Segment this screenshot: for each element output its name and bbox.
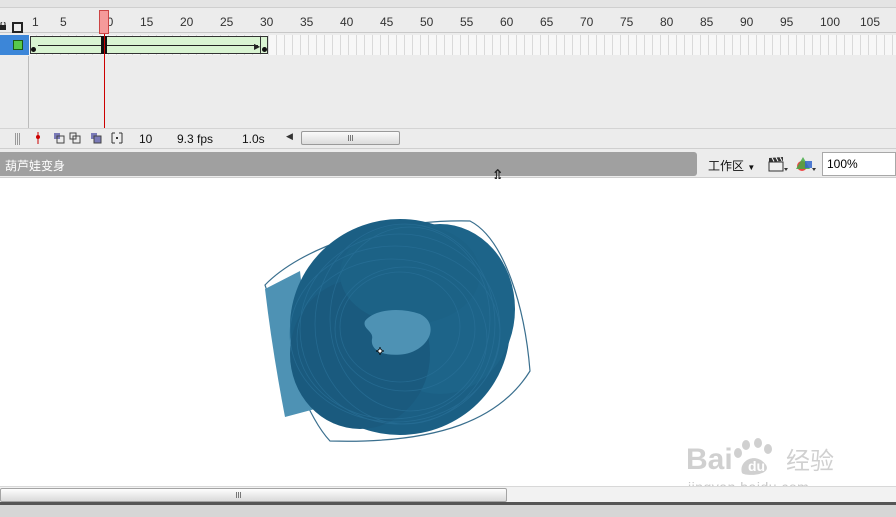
end-keyframe[interactable] bbox=[262, 47, 267, 52]
panel-bottom-border bbox=[0, 502, 896, 517]
svg-text:经验: 经验 bbox=[786, 447, 834, 475]
ruler-number: 35 bbox=[300, 15, 314, 29]
workspace-label: 工作区 bbox=[708, 159, 745, 173]
ruler-number: 15 bbox=[140, 15, 154, 29]
ruler-number: 80 bbox=[660, 15, 674, 29]
end-frame-marker bbox=[260, 36, 261, 54]
shape-overlap-c bbox=[340, 224, 480, 324]
ruler-number: 65 bbox=[540, 15, 554, 29]
timeline-top-border bbox=[0, 0, 896, 8]
layer-list-empty-area[interactable] bbox=[0, 56, 29, 128]
outline-toggle-icon[interactable] bbox=[12, 22, 23, 33]
scroll-left-arrow-icon[interactable]: ◀ bbox=[286, 131, 293, 142]
ruler-number: 70 bbox=[580, 15, 594, 29]
scene-breadcrumb-bar: 葫芦娃变身 bbox=[0, 152, 697, 176]
onion-skin-outlines-icon[interactable] bbox=[69, 132, 81, 144]
modify-onion-markers-icon[interactable] bbox=[111, 132, 123, 144]
stage-scroll-thumb[interactable] bbox=[0, 488, 507, 502]
ruler-number: 50 bbox=[420, 15, 434, 29]
frame-ruler[interactable]: 1 5 10 15 20 25 30 35 40 45 50 55 60 65 … bbox=[0, 9, 896, 33]
timeline-scroll-thumb[interactable] bbox=[301, 131, 400, 145]
panel-grip[interactable] bbox=[15, 133, 20, 145]
edit-multiple-frames-icon[interactable] bbox=[90, 132, 102, 144]
zoom-input[interactable] bbox=[822, 152, 896, 176]
playhead[interactable] bbox=[99, 10, 109, 34]
ruler-number: 1 bbox=[32, 15, 39, 29]
stage-horizontal-scrollbar[interactable] bbox=[0, 486, 896, 502]
stage-canvas[interactable]: Bai du 经验 jingyan.baidu.com bbox=[0, 179, 896, 495]
ruler-number: 100 bbox=[820, 15, 841, 29]
playhead-line bbox=[104, 34, 105, 128]
tween-arrow bbox=[38, 45, 258, 46]
ruler-number: 90 bbox=[740, 15, 754, 29]
ruler-number: 60 bbox=[500, 15, 514, 29]
edit-symbols-icon[interactable] bbox=[795, 155, 817, 173]
edit-scene-icon[interactable] bbox=[767, 155, 789, 173]
layer-selected-indicator[interactable] bbox=[0, 35, 29, 55]
elapsed-time-readout: 1.0s bbox=[242, 132, 265, 146]
ruler-number: 25 bbox=[220, 15, 234, 29]
ruler-number: 95 bbox=[780, 15, 794, 29]
dropdown-arrow-icon: ▼ bbox=[747, 163, 756, 172]
start-keyframe[interactable] bbox=[31, 47, 36, 52]
ruler-number: 85 bbox=[700, 15, 714, 29]
scroll-grip bbox=[236, 492, 242, 498]
edit-bar: 葫芦娃变身 ⇕ 工作区 ▼ bbox=[0, 148, 896, 185]
center-frame-icon[interactable] bbox=[32, 132, 44, 144]
ruler-number: 105 bbox=[860, 15, 881, 29]
ruler-number: 5 bbox=[60, 15, 67, 29]
onion-skin-icon[interactable] bbox=[53, 132, 65, 144]
baidu-paw-logo: Bai du 经验 bbox=[686, 438, 834, 476]
ruler-number: 75 bbox=[620, 15, 634, 29]
current-frame-readout: 10 bbox=[139, 132, 153, 146]
timeline-panel: 1 5 10 15 20 25 30 35 40 45 50 55 60 65 … bbox=[0, 0, 896, 148]
ruler-number: 40 bbox=[340, 15, 354, 29]
lock-icon[interactable] bbox=[0, 22, 6, 30]
ruler-number: 45 bbox=[380, 15, 394, 29]
scene-name[interactable]: 葫芦娃变身 bbox=[5, 157, 65, 174]
ruler-number: 30 bbox=[260, 15, 274, 29]
ruler-number: 20 bbox=[180, 15, 194, 29]
workspace-dropdown[interactable]: 工作区 ▼ bbox=[702, 152, 760, 176]
layer-color-swatch[interactable] bbox=[13, 40, 23, 50]
scroll-grip bbox=[348, 135, 354, 141]
svg-text:Bai: Bai bbox=[686, 443, 733, 476]
svg-text:du: du bbox=[748, 458, 765, 474]
ruler-number: 55 bbox=[460, 15, 474, 29]
frame-rate-readout[interactable]: 9.3 fps bbox=[177, 132, 213, 146]
flash-editor: 1 5 10 15 20 25 30 35 40 45 50 55 60 65 … bbox=[0, 0, 896, 517]
timeline-statusbar: 10 9.3 fps 1.0s ◀ bbox=[0, 128, 896, 148]
